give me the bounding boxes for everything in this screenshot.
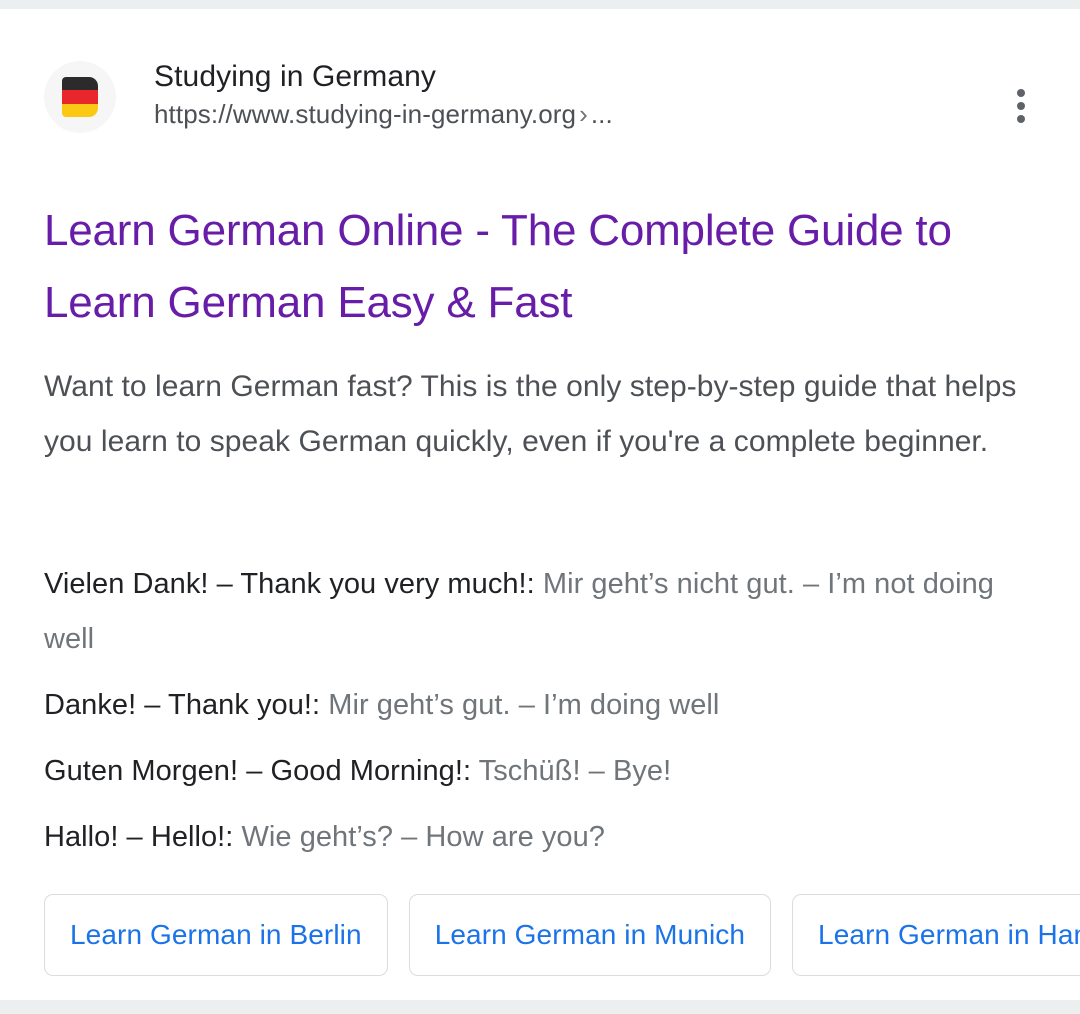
list-item: Vielen Dank! – Thank you very much!: Mir… — [44, 557, 1044, 667]
related-searches-chips: Learn German in Berlin Learn German in M… — [44, 894, 1080, 976]
german-flag-icon — [62, 77, 98, 117]
phrase-term: Vielen Dank! – Thank you very much!: — [44, 568, 535, 600]
top-chrome-band — [0, 0, 1080, 9]
phrase-list: Vielen Dank! – Thank you very much!: Mir… — [44, 557, 1044, 865]
url-text: https://www.studying-in-germany.org — [154, 99, 577, 129]
result-snippet: Want to learn German fast? This is the o… — [44, 370, 1017, 458]
related-chip-berlin[interactable]: Learn German in Berlin — [44, 894, 388, 976]
menu-dot-2 — [1017, 102, 1025, 110]
search-result-page: Studying in Germany https://www.studying… — [0, 0, 1080, 1014]
site-identity: Studying in Germany https://www.studying… — [154, 57, 984, 131]
url-ellipsis: ... — [590, 99, 613, 129]
list-item: Hallo! – Hello!: Wie geht’s? – How are y… — [44, 810, 1044, 865]
chip-label: Learn German in Munich — [434, 919, 746, 950]
phrase-term: Danke! – Thank you!: — [44, 689, 321, 721]
result-site-header[interactable]: Studying in Germany https://www.studying… — [44, 57, 1044, 133]
list-item: Guten Morgen! – Good Morning!: Tschüß! –… — [44, 744, 1044, 799]
result-title-link[interactable]: Learn German Online - The Complete Guide… — [44, 195, 1004, 339]
phrase-term: Guten Morgen! – Good Morning!: — [44, 755, 472, 787]
related-chip-munich[interactable]: Learn German in Munich — [408, 894, 772, 976]
phrase-definition: Wie geht’s? – How are you? — [241, 821, 605, 853]
chip-label: Learn German in Berlin — [70, 919, 362, 950]
phrase-term: Hallo! – Hello!: — [44, 821, 234, 853]
menu-dot-3 — [1017, 115, 1025, 123]
phrase-definition: Tschüß! – Bye! — [478, 755, 672, 787]
organic-search-result: Studying in Germany https://www.studying… — [0, 9, 1080, 1000]
related-chip-hamburg[interactable]: Learn German in Hamburg — [792, 894, 1080, 976]
menu-dot-1 — [1017, 89, 1025, 97]
result-url: https://www.studying-in-germany.org ›... — [154, 97, 984, 131]
favicon — [44, 61, 116, 133]
site-name: Studying in Germany — [154, 60, 437, 93]
phrase-definition: Mir geht’s gut. – I’m doing well — [328, 689, 720, 721]
bottom-chrome-band — [0, 1000, 1080, 1014]
chip-label: Learn German in Hamburg — [818, 919, 1080, 950]
three-dot-menu-icon[interactable] — [1004, 87, 1038, 125]
list-item: Danke! – Thank you!: Mir geht’s gut. – I… — [44, 678, 1044, 733]
url-separator-icon: › — [579, 99, 588, 129]
